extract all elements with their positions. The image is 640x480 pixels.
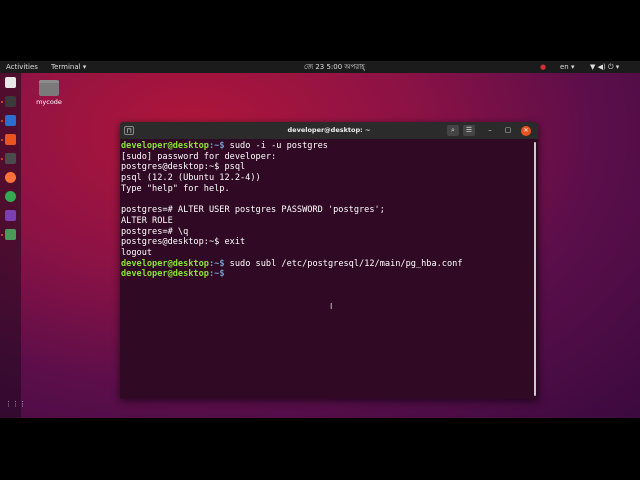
system-menu[interactable]: ▼ ◀) ⏻ ▾ — [590, 61, 619, 73]
terminal-titlebar[interactable]: ⊓ developer@desktop: ~ ⌕ ☰ – ▢ ✕ — [120, 122, 538, 139]
terminal-line: developer@desktop:~$ sudo -i -u postgres — [121, 141, 537, 152]
dock-screen-recorder-icon[interactable] — [5, 210, 16, 221]
terminal-line: Type "help" for help. — [121, 183, 230, 194]
running-indicator — [1, 120, 3, 122]
dock-app-icon[interactable] — [5, 229, 16, 240]
app-menu[interactable]: Terminal ▾ — [51, 61, 86, 73]
desktop-folder-mycode[interactable]: mycode — [34, 80, 64, 106]
prompt-user: developer@desktop — [121, 269, 209, 280]
menu-icon[interactable]: ☰ — [463, 125, 475, 136]
prompt-path: :~$ — [208, 269, 225, 280]
top-bar: Activities Terminal ▾ জে 23 5:00 অপরাহ্ … — [0, 61, 640, 73]
dock-text-editor-icon[interactable] — [5, 115, 16, 126]
terminal-line: psql (12.2 (Ubuntu 12.2-4)) — [121, 173, 261, 184]
scrollbar[interactable] — [534, 142, 536, 396]
prompt-path: :~$ — [208, 141, 225, 151]
dock-software-icon[interactable] — [5, 134, 16, 145]
prompt-cmd — [225, 269, 230, 279]
dock-firefox-icon[interactable] — [5, 172, 16, 183]
minimize-button[interactable]: – — [484, 125, 496, 136]
terminal-line: postgres@desktop:~$ psql — [121, 162, 246, 173]
activities-button[interactable]: Activities — [6, 61, 38, 73]
maximize-button[interactable]: ▢ — [502, 125, 514, 136]
record-icon: ● — [540, 63, 547, 71]
desktop: Activities Terminal ▾ জে 23 5:00 অপরাহ্ … — [0, 61, 640, 418]
prompt-cmd: sudo subl /etc/postgresql/12/main/pg_hba… — [224, 258, 463, 269]
terminal-line: logout — [121, 248, 153, 259]
terminal-line: postgres=# ALTER USER postgres PASSWORD … — [121, 205, 385, 216]
folder-label: mycode — [36, 98, 62, 106]
dock-chrome-icon[interactable] — [5, 191, 16, 202]
window-title: developer@desktop: ~ — [287, 126, 371, 134]
clock[interactable]: জে 23 5:00 অপরাহ্ — [304, 61, 365, 73]
prompt-user: developer@desktop — [121, 141, 209, 151]
language-menu[interactable]: en ▾ — [560, 61, 574, 73]
running-indicator — [1, 101, 3, 103]
search-icon[interactable]: ⌕ — [447, 125, 459, 136]
terminal-window[interactable]: ⊓ developer@desktop: ~ ⌕ ☰ – ▢ ✕ develop… — [120, 122, 538, 399]
terminal-line: developer@desktop:~$ sudo subl /etc/post… — [121, 259, 537, 270]
dock-terminal-icon[interactable] — [5, 96, 16, 107]
running-indicator — [1, 139, 3, 141]
terminal-line: ALTER ROLE — [121, 215, 173, 226]
terminal-line: [sudo] password for developer: — [121, 151, 277, 162]
show-apps-icon[interactable]: ⋮⋮⋮ — [5, 401, 26, 408]
dock-files-icon[interactable] — [5, 77, 16, 88]
terminal-line: developer@desktop:~$ — [121, 269, 537, 280]
dock-sublime-text-icon[interactable] — [5, 153, 16, 164]
prompt-user: developer@desktop — [121, 258, 209, 269]
dock: ⋮⋮⋮ — [0, 73, 26, 418]
prompt-path: :~$ — [208, 258, 225, 269]
terminal-line: postgres@desktop:~$ exit — [121, 237, 246, 248]
new-tab-icon[interactable]: ⊓ — [124, 126, 134, 135]
text-cursor-icon: I — [330, 302, 333, 311]
running-indicator — [1, 234, 3, 236]
terminal-output[interactable]: developer@desktop:~$ sudo -i -u postgres… — [120, 139, 538, 282]
terminal-line: postgres=# \q — [121, 226, 189, 237]
close-button[interactable]: ✕ — [521, 125, 531, 136]
folder-icon — [39, 80, 59, 96]
prompt-cmd: sudo -i -u postgres — [224, 141, 328, 151]
running-indicator — [1, 158, 3, 160]
